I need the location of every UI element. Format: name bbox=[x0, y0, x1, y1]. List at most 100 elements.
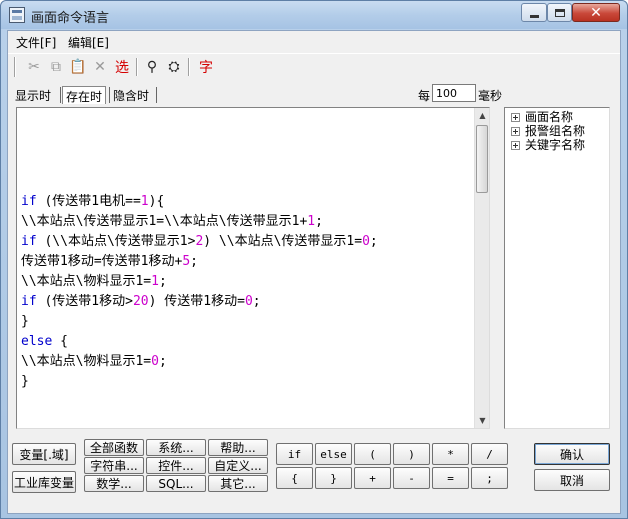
window-title: 画面命令语言 bbox=[31, 11, 110, 26]
code-keyword: if bbox=[21, 194, 37, 209]
code-line[interactable]: if (\\本站点\传送带显示1>2) \\本站点\传送带显示1=0; bbox=[21, 232, 471, 252]
confirm-button[interactable]: 确认 bbox=[534, 443, 610, 465]
code-text[interactable]: if (传送带1电机==1){\\本站点\传送带显示1=\\本站点\传送带显示1… bbox=[21, 192, 471, 392]
close-icon: ✕ bbox=[590, 4, 602, 21]
close-button[interactable]: ✕ bbox=[572, 3, 620, 22]
code-line[interactable]: } bbox=[21, 312, 471, 332]
code-token: ; bbox=[158, 354, 167, 369]
title-bar[interactable]: 画面命令语言 ✕ bbox=[1, 1, 627, 29]
insert-open-brace-button[interactable]: { bbox=[276, 467, 313, 489]
dialog-window: 画面命令语言 ✕ 文件[F] 编辑[E] ✂ ⧉ 📋 ✕ 选 ⚲ ⛭ 字 显示时… bbox=[0, 0, 628, 519]
code-number: 20 bbox=[132, 294, 149, 309]
scroll-thumb[interactable] bbox=[476, 125, 488, 193]
code-token: \\本站点\物料显示1= bbox=[21, 274, 152, 289]
code-keyword: if bbox=[21, 294, 37, 309]
code-line[interactable]: \\本站点\物料显示1=1; bbox=[21, 272, 471, 292]
all-functions-button[interactable]: 全部函数 bbox=[84, 439, 144, 456]
tab-hidden[interactable]: 隐含时 bbox=[110, 86, 152, 104]
control-functions-button[interactable]: 控件... bbox=[146, 457, 206, 474]
code-number: 0 bbox=[151, 354, 159, 369]
sql-functions-button[interactable]: SQL... bbox=[146, 475, 206, 492]
code-line[interactable]: else { bbox=[21, 332, 471, 352]
tree-item-screen-names[interactable]: 画面名称 bbox=[511, 110, 573, 124]
insert-close-brace-button[interactable]: } bbox=[315, 467, 352, 489]
tab-separator bbox=[60, 87, 61, 103]
code-line[interactable]: \\本站点\物料显示1=0; bbox=[21, 352, 471, 372]
menu-edit[interactable]: 编辑[E] bbox=[68, 34, 109, 51]
insert-else-button[interactable]: else bbox=[315, 443, 352, 465]
dialog-body: 文件[F] 编辑[E] ✂ ⧉ 📋 ✕ 选 ⚲ ⛭ 字 显示时 存在时 隐含时 … bbox=[7, 30, 621, 514]
code-line[interactable]: } bbox=[21, 372, 471, 392]
minimize-icon bbox=[529, 14, 539, 18]
industrial-variable-button[interactable]: 工业库变量 bbox=[12, 471, 76, 493]
delete-icon[interactable]: ✕ bbox=[90, 57, 110, 77]
maximize-icon bbox=[554, 8, 565, 17]
paste-icon[interactable]: 📋 bbox=[68, 57, 88, 77]
minimize-button[interactable] bbox=[521, 3, 547, 22]
string-functions-button[interactable]: 字符串... bbox=[84, 457, 144, 474]
find-icon[interactable]: ⚲ bbox=[142, 57, 162, 77]
expand-icon[interactable] bbox=[511, 126, 520, 136]
code-token: (\\本站点\传送带显示1> bbox=[36, 234, 196, 249]
code-keyword: if bbox=[21, 234, 37, 249]
system-functions-button[interactable]: 系统... bbox=[146, 439, 206, 456]
code-line[interactable]: if (传送带1移动>20) 传送带1移动=0; bbox=[21, 292, 471, 312]
code-token: ){ bbox=[148, 194, 165, 209]
tab-separator bbox=[156, 87, 157, 103]
code-token: ; bbox=[369, 234, 378, 249]
tree-item-alarm-groups[interactable]: 报警组名称 bbox=[511, 124, 585, 138]
code-line[interactable]: if (传送带1电机==1){ bbox=[21, 192, 471, 212]
expand-icon[interactable] bbox=[511, 140, 520, 150]
code-token: ; bbox=[190, 254, 198, 269]
code-line[interactable]: \\本站点\传送带显示1=\\本站点\传送带显示1+1; bbox=[21, 212, 471, 232]
code-token: \\本站点\传送带显示1=\\本站点\传送带显示1+ bbox=[21, 214, 308, 229]
insert-plus-button[interactable]: + bbox=[354, 467, 391, 489]
tab-exist[interactable]: 存在时 bbox=[62, 86, 107, 104]
custom-functions-button[interactable]: 自定义... bbox=[208, 457, 268, 474]
expand-icon[interactable] bbox=[511, 112, 520, 122]
insert-semicolon-button[interactable]: ; bbox=[471, 467, 508, 489]
tree-item-keywords[interactable]: 关键字名称 bbox=[511, 138, 585, 152]
code-number: 0 bbox=[362, 234, 370, 249]
code-token: (传送带1移动> bbox=[36, 294, 133, 309]
tree-item-label: 报警组名称 bbox=[525, 124, 586, 138]
help-button[interactable]: 帮助... bbox=[208, 439, 268, 456]
select-button[interactable]: 选 bbox=[112, 57, 132, 77]
menu-bar: 文件[F] 编辑[E] bbox=[8, 31, 620, 51]
other-functions-button[interactable]: 其它... bbox=[208, 475, 268, 492]
interval-label: 每 bbox=[418, 89, 431, 103]
copy-icon[interactable]: ⧉ bbox=[46, 57, 66, 77]
toolbar-separator bbox=[188, 58, 190, 76]
replace-icon[interactable]: ⛭ bbox=[164, 57, 184, 77]
toolbar-grip[interactable] bbox=[14, 57, 16, 77]
insert-if-button[interactable]: if bbox=[276, 443, 313, 465]
maximize-button[interactable] bbox=[547, 3, 572, 22]
scroll-up-icon[interactable]: ▲ bbox=[475, 108, 490, 123]
editor-scrollbar[interactable]: ▲ ▼ bbox=[474, 108, 489, 428]
insert-minus-button[interactable]: - bbox=[393, 467, 430, 489]
code-editor[interactable]: if (传送带1电机==1){\\本站点\传送带显示1=\\本站点\传送带显示1… bbox=[16, 107, 490, 429]
menu-file[interactable]: 文件[F] bbox=[16, 34, 56, 51]
insert-divide-button[interactable]: / bbox=[471, 443, 508, 465]
interval-input[interactable] bbox=[432, 84, 476, 102]
cut-icon[interactable]: ✂ bbox=[24, 57, 44, 77]
cancel-button[interactable]: 取消 bbox=[534, 469, 610, 491]
insert-open-paren-button[interactable]: ( bbox=[354, 443, 391, 465]
code-number: 1 bbox=[307, 214, 316, 229]
code-line[interactable]: 传送带1移动=传送带1移动+5; bbox=[21, 252, 471, 272]
insert-multiply-button[interactable]: * bbox=[432, 443, 469, 465]
tab-display[interactable]: 显示时 bbox=[12, 86, 54, 104]
insert-equals-button[interactable]: = bbox=[432, 467, 469, 489]
insert-close-paren-button[interactable]: ) bbox=[393, 443, 430, 465]
code-token: } bbox=[21, 314, 29, 329]
code-number: 1 bbox=[151, 274, 159, 289]
toolbar: ✂ ⧉ 📋 ✕ 选 ⚲ ⛭ 字 bbox=[8, 53, 620, 79]
math-functions-button[interactable]: 数学... bbox=[84, 475, 144, 492]
toolbar-separator bbox=[136, 58, 138, 76]
code-keyword: else bbox=[21, 334, 53, 349]
font-button[interactable]: 字 bbox=[196, 57, 216, 77]
variable-button[interactable]: 变量[.域] bbox=[12, 443, 76, 465]
code-number: 5 bbox=[182, 254, 191, 269]
tree-item-label: 画面名称 bbox=[525, 110, 574, 124]
scroll-down-icon[interactable]: ▼ bbox=[475, 413, 490, 428]
